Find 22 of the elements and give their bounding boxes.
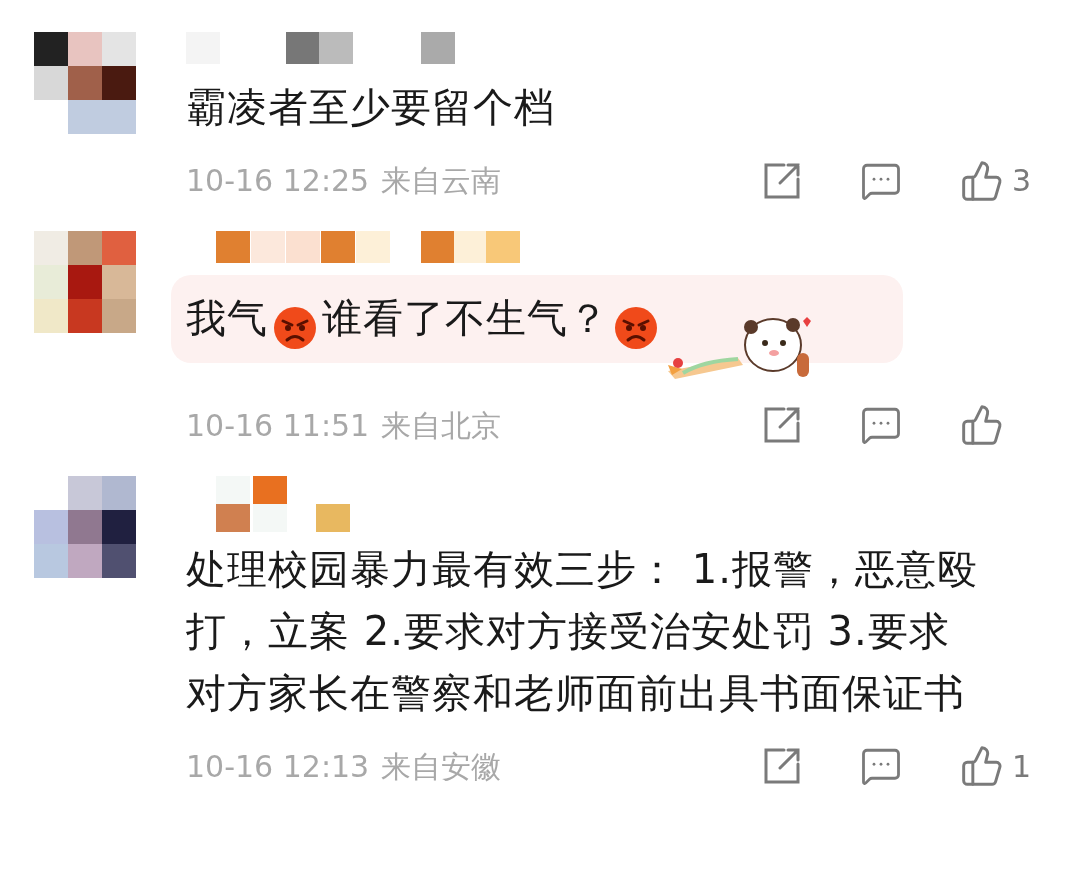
comment-text: 处理校园暴力最有效三步： 1.报警，恶意殴打，立案 2.要求对方接受治安处罚 3.要求对方家长在警察和老师面前出具书面保证书	[186, 545, 978, 716]
avatar-mosaic-drawing[interactable]	[34, 475, 136, 578]
angry-face-icon	[272, 304, 318, 351]
avatar-mosaic-drawing[interactable]	[34, 32, 136, 134]
comment-text: 我气	[186, 295, 268, 341]
angry-face-icon	[613, 304, 659, 351]
comment-location: 来自北京	[381, 406, 502, 445]
square-arrow-icon[interactable]	[762, 405, 802, 445]
comment-text: 谁看了不生气？	[322, 295, 609, 341]
like-icon[interactable]	[960, 158, 1004, 203]
comment-time: 10-16 11:51	[186, 406, 370, 445]
comment-location: 来自安徽	[381, 747, 502, 786]
avatar-mosaic-drawing[interactable]	[34, 231, 136, 333]
like-icon[interactable]	[960, 744, 1004, 788]
comment-text: 霸凌者至少要留个档	[186, 84, 555, 130]
square-arrow-icon[interactable]	[762, 746, 802, 786]
like-count: 3	[1012, 162, 1032, 200]
like-count: 1	[1012, 747, 1032, 786]
comment-time: 10-16 12:13	[186, 747, 370, 786]
like-icon[interactable]	[960, 403, 1004, 447]
comment-location: 来自云南	[381, 162, 502, 200]
comment-time: 10-16 12:25	[186, 162, 370, 200]
